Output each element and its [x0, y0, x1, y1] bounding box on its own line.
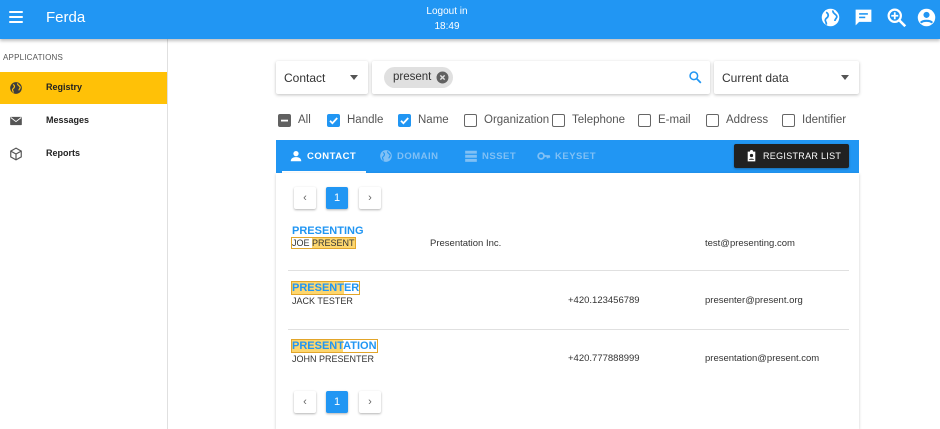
- sidebar-item-label: Registry: [46, 82, 83, 92]
- checkbox-label: E-mail: [658, 114, 691, 126]
- checkbox-label: Telephone: [572, 114, 626, 126]
- page-button-current[interactable]: 1: [326, 187, 348, 209]
- sidebar-section-label: APPLICATIONS: [3, 53, 64, 62]
- server-icon: [465, 150, 477, 162]
- search-icon[interactable]: [688, 70, 702, 84]
- result-telephone: +420.777888999: [568, 353, 640, 364]
- logout-countdown: Logout in 18:49: [418, 4, 476, 34]
- tab-keyset[interactable]: KEYSET: [537, 140, 607, 173]
- sidebar-item-registry[interactable]: Registry: [0, 72, 167, 104]
- checkbox-label: Address: [726, 114, 769, 126]
- sidebar-item-label: Messages: [46, 115, 90, 125]
- logout-label: Logout in: [426, 6, 468, 17]
- next-page-button[interactable]: ›: [359, 187, 381, 209]
- checkbox-checked-icon: [398, 114, 411, 127]
- checkbox-unchecked-icon: [464, 114, 477, 127]
- feedback-icon[interactable]: [853, 7, 874, 28]
- chevron-down-icon: [841, 75, 849, 80]
- search-chip[interactable]: present: [384, 67, 454, 88]
- app-title: Ferda: [46, 9, 86, 26]
- result-telephone: +420.123456789: [568, 295, 640, 306]
- checkbox-label: Name: [418, 114, 449, 126]
- prev-page-button[interactable]: ‹: [294, 391, 316, 413]
- page-button-current[interactable]: 1: [326, 391, 348, 413]
- result-handle: PRESENTATION: [291, 339, 378, 353]
- result-name: JACK TESTER: [292, 296, 353, 306]
- result-row[interactable]: PRESENTER JACK TESTER +420.123456789 pre…: [288, 272, 849, 330]
- search-field[interactable]: present: [372, 61, 710, 94]
- result-row[interactable]: PRESENTING JOE PRESENT Presentation Inc.…: [288, 220, 849, 271]
- checkbox-unchecked-icon: [552, 114, 565, 127]
- sidebar-item-label: Reports: [46, 148, 81, 158]
- checkbox-label: All: [298, 114, 311, 126]
- checkbox-label: Handle: [347, 114, 384, 126]
- globe-icon: [10, 82, 22, 94]
- checkbox-label: Identifier: [802, 114, 847, 126]
- account-icon[interactable]: [916, 7, 937, 28]
- history-select[interactable]: Current data: [714, 61, 859, 94]
- history-value: Current data: [722, 71, 789, 85]
- language-globe-icon[interactable]: [820, 7, 841, 28]
- chip-remove-icon[interactable]: [436, 71, 449, 84]
- registrar-list-label: REGISTRAR LIST: [763, 151, 842, 161]
- prev-page-button[interactable]: ‹: [294, 187, 316, 209]
- search-chip-label: present: [393, 71, 432, 83]
- checkbox-unchecked-icon: [782, 114, 795, 127]
- object-type-select[interactable]: Contact: [276, 61, 368, 94]
- chevron-down-icon: [350, 75, 358, 80]
- search-input[interactable]: [458, 68, 678, 88]
- tab-label: CONTACT: [307, 151, 357, 162]
- object-type-value: Contact: [284, 71, 326, 85]
- tab-domain[interactable]: DOMAIN: [379, 140, 449, 173]
- cube-icon: [10, 147, 22, 161]
- globe-icon: [380, 150, 392, 162]
- zoom-in-icon[interactable]: [886, 7, 907, 28]
- menu-icon[interactable]: [9, 11, 23, 23]
- result-organization: Presentation Inc.: [430, 238, 502, 249]
- tab-label: DOMAIN: [397, 151, 439, 162]
- result-name: JOE PRESENT: [291, 237, 356, 249]
- person-icon: [290, 151, 302, 162]
- tab-label: KEYSET: [555, 151, 597, 162]
- result-row[interactable]: PRESENTATION JOHN PRESENTER +420.7778889…: [288, 331, 849, 379]
- registrar-list-button[interactable]: REGISTRAR LIST: [734, 144, 849, 168]
- tab-label: NSSET: [482, 151, 517, 162]
- next-page-button[interactable]: ›: [359, 391, 381, 413]
- checkbox-indeterminate-icon: [278, 114, 291, 127]
- sidebar-item-messages[interactable]: Messages: [0, 105, 167, 137]
- result-name: JOHN PRESENTER: [292, 354, 375, 364]
- tab-nsset[interactable]: NSSET: [464, 140, 526, 173]
- envelope-icon: [10, 116, 22, 126]
- result-email: presentation@present.com: [705, 353, 820, 364]
- app-bar: Ferda Logout in 18:49: [0, 0, 940, 39]
- tab-contact[interactable]: CONTACT: [289, 140, 369, 173]
- result-email: test@presenting.com: [705, 238, 795, 249]
- sidebar: APPLICATIONS Registry Messages Reports: [0, 39, 168, 429]
- logout-time: 18:49: [434, 21, 460, 32]
- result-handle: PRESENTING: [292, 225, 364, 237]
- checkbox-label: Organization: [484, 114, 550, 126]
- checkbox-unchecked-icon: [638, 114, 651, 127]
- result-handle: PRESENTER: [290, 281, 361, 295]
- checkbox-checked-icon: [327, 114, 340, 127]
- key-icon: [537, 152, 551, 160]
- checkbox-unchecked-icon: [706, 114, 719, 127]
- result-email: presenter@present.org: [705, 295, 803, 306]
- clipboard-account-icon: [747, 150, 756, 162]
- sidebar-item-reports[interactable]: Reports: [0, 138, 167, 170]
